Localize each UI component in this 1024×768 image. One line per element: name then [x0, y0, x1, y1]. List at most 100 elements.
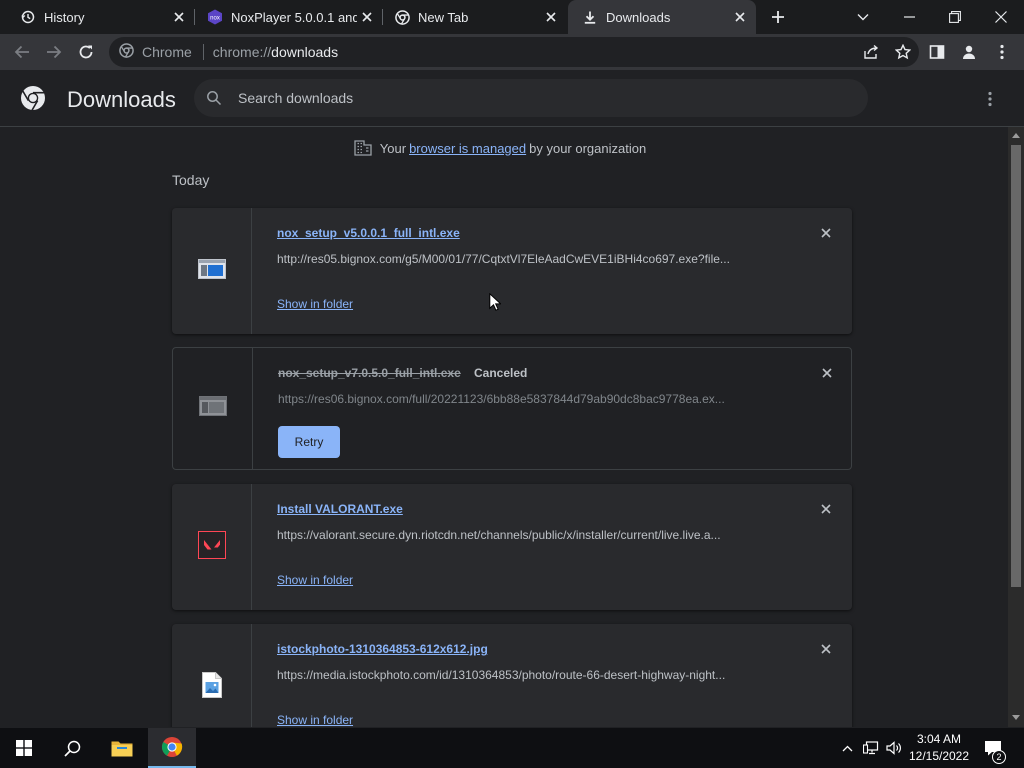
close-window-button[interactable] [978, 0, 1024, 34]
download-source-url[interactable]: http://res05.bignox.com/g5/M00/01/77/Cqt… [277, 252, 777, 266]
download-file-name: nox_setup_v7.0.5.0_full_intl.exe [278, 366, 461, 380]
search-icon [63, 740, 80, 757]
managed-notice: Your browser is managed by your organiza… [0, 140, 1008, 156]
search-icon [207, 91, 222, 106]
scroll-up-arrow-icon[interactable] [1012, 131, 1020, 139]
download-source-url[interactable]: https://res06.bignox.com/full/20221123/6… [278, 392, 778, 406]
tab-new-tab[interactable]: New Tab [374, 0, 567, 34]
downloads-header: Downloads [0, 71, 1024, 127]
chrome-icon [394, 9, 410, 25]
bookmark-star-icon[interactable] [887, 37, 919, 67]
network-icon[interactable] [860, 728, 882, 768]
folder-icon [111, 741, 133, 757]
chrome-icon [119, 43, 134, 61]
noxplayer-icon: nox [207, 9, 223, 25]
download-item: Install VALORANT.exe https://valorant.se… [172, 484, 852, 610]
windows-logo-icon [16, 740, 32, 756]
windows-taskbar: 3:04 AM 12/15/2022 2 [0, 728, 1024, 768]
show-in-folder-link[interactable]: Show in folder [277, 573, 353, 587]
reload-button[interactable] [71, 37, 101, 67]
show-in-folder-link[interactable]: Show in folder [277, 297, 353, 311]
retry-button[interactable]: Retry [278, 426, 340, 458]
show-hidden-icons-button[interactable] [838, 728, 856, 768]
page-title: Downloads [67, 87, 176, 112]
download-source-url[interactable]: https://valorant.secure.dyn.riotcdn.net/… [277, 528, 777, 542]
managed-text: Your [379, 140, 407, 156]
mouse-cursor-icon [489, 292, 502, 316]
valorant-icon [197, 530, 226, 564]
building-icon [354, 140, 372, 156]
file-explorer-button[interactable] [98, 728, 146, 768]
download-file-name-link[interactable]: istockphoto-1310364853-612x612.jpg [277, 642, 488, 656]
download-icon [582, 9, 598, 25]
new-tab-button[interactable] [766, 5, 790, 29]
download-item: istockphoto-1310364853-612x612.jpg https… [172, 624, 852, 727]
exe-file-icon [197, 258, 226, 284]
back-button[interactable] [7, 37, 37, 67]
exe-file-icon [198, 396, 227, 421]
search-input[interactable] [238, 90, 838, 106]
forward-button[interactable] [39, 37, 69, 67]
close-tab-icon[interactable] [169, 7, 189, 27]
chrome-icon [161, 737, 183, 757]
scrollbar-thumb[interactable] [1011, 145, 1021, 587]
minimize-button[interactable] [886, 0, 932, 34]
remove-from-list-icon[interactable] [818, 364, 836, 382]
managed-text: by your organization [529, 140, 647, 156]
taskbar-search-button[interactable] [48, 728, 96, 768]
site-label: Chrome [142, 44, 192, 60]
file-icon-column [172, 624, 252, 727]
tab-search-button[interactable] [840, 0, 886, 34]
tab-noxplayer[interactable]: nox NoxPlayer 5.0.0.1 and 5 [187, 0, 383, 34]
file-icon-column [172, 208, 252, 334]
close-tab-icon[interactable] [730, 7, 750, 27]
history-icon [20, 9, 36, 25]
profile-button[interactable] [954, 37, 984, 67]
download-file-name-link[interactable]: nox_setup_v5.0.0.1_full_intl.exe [277, 226, 460, 240]
tab-history[interactable]: History [0, 0, 195, 34]
restore-button[interactable] [932, 0, 978, 34]
site-info-chip[interactable]: Chrome [109, 43, 192, 61]
chrome-menu-button[interactable] [987, 37, 1017, 67]
share-icon[interactable] [855, 37, 887, 67]
image-file-icon [201, 671, 222, 703]
download-item-canceled: nox_setup_v7.0.5.0_full_intl.exe Cancele… [172, 347, 852, 470]
page-scrollbar[interactable] [1008, 127, 1024, 727]
tab-title: History [44, 9, 85, 25]
side-panel-button[interactable] [922, 37, 952, 67]
file-icon-column [173, 348, 253, 469]
download-file-name-link[interactable]: Install VALORANT.exe [277, 502, 403, 516]
start-button[interactable] [0, 728, 48, 768]
chrome-taskbar-button[interactable] [148, 728, 196, 768]
download-source-url[interactable]: https://media.istockphoto.com/id/1310364… [277, 668, 777, 682]
remove-from-list-icon[interactable] [817, 224, 835, 242]
svg-text:nox: nox [210, 16, 220, 22]
clock-time: 3:04 AM [916, 732, 962, 746]
address-bar[interactable]: Chrome chrome://downloads [109, 37, 919, 67]
remove-from-list-icon[interactable] [817, 500, 835, 518]
show-in-folder-link[interactable]: Show in folder [277, 713, 353, 727]
notification-count-badge: 2 [992, 750, 1006, 764]
more-actions-button[interactable] [978, 87, 1002, 111]
date-section-label: Today [172, 172, 210, 188]
chrome-logo-icon [20, 85, 46, 111]
toolbar: Chrome chrome://downloads [0, 34, 1024, 71]
system-clock[interactable]: 3:04 AM 12/15/2022 [902, 731, 976, 765]
downloads-list: Your browser is managed by your organiza… [0, 127, 1008, 727]
tab-downloads[interactable]: Downloads [568, 0, 756, 34]
browser-managed-link[interactable]: browser is managed [409, 141, 526, 156]
url-scheme: chrome:// [212, 44, 272, 60]
clock-date: 12/15/2022 [908, 749, 970, 763]
remove-from-list-icon[interactable] [817, 640, 835, 658]
tab-title: Downloads [606, 9, 671, 25]
tab-title: New Tab [418, 9, 469, 25]
close-tab-icon[interactable] [541, 7, 561, 27]
tab-strip: History nox NoxPlayer 5.0.0.1 and 5 New … [0, 0, 1024, 34]
download-item: nox_setup_v5.0.0.1_full_intl.exe http://… [172, 208, 852, 334]
file-icon-column [172, 484, 252, 610]
url-path: downloads [271, 44, 339, 60]
url-text: chrome://downloads [213, 44, 338, 60]
search-downloads-box[interactable] [194, 79, 868, 117]
scroll-down-arrow-icon[interactable] [1012, 714, 1020, 722]
omnibox-divider [202, 44, 204, 60]
